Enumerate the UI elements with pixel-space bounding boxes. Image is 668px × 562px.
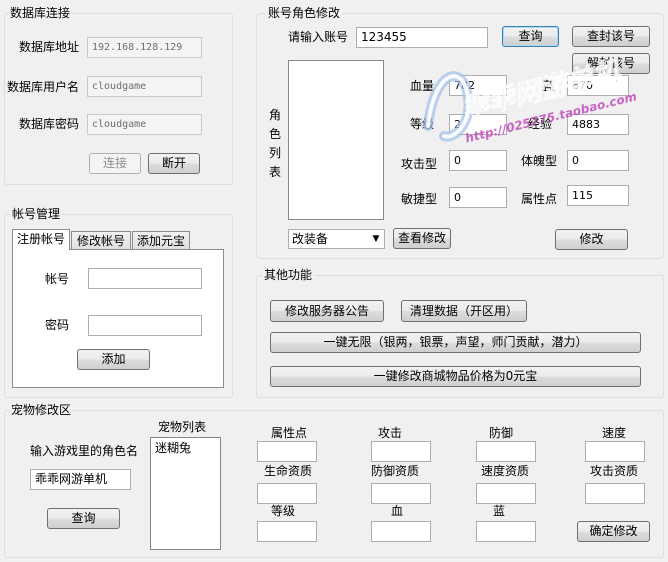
db-connect-button[interactable]: 连接 xyxy=(89,153,141,174)
pet-attack-talent-label: 攻击资质 xyxy=(590,464,639,478)
other-group-title: 其他功能 xyxy=(262,268,315,282)
pet-speed-talent-input[interactable] xyxy=(476,483,536,504)
pet-defense-talent-input[interactable] xyxy=(371,483,431,504)
mall-price-button[interactable]: 一键修改商城物品价格为0元宝 xyxy=(270,366,641,387)
pet-defense-input[interactable] xyxy=(476,441,536,462)
pet-query-button[interactable]: 查询 xyxy=(47,508,120,529)
pet-attack-input[interactable] xyxy=(371,441,431,462)
pet-life-talent-label: 生命资质 xyxy=(264,464,313,478)
db-disconnect-button[interactable]: 断开 xyxy=(148,153,200,174)
pet-speed-talent-label: 速度资质 xyxy=(481,464,530,478)
pet-life-talent-input[interactable] xyxy=(257,483,317,504)
pet-attr-point-label: 属性点 xyxy=(271,426,308,440)
account-add-button[interactable]: 添加 xyxy=(77,349,150,370)
db-address-label: 数据库地址 xyxy=(19,40,80,54)
clean-data-button[interactable]: 清理数据（开区用） xyxy=(401,300,527,322)
server-notice-button[interactable]: 修改服务器公告 xyxy=(270,300,384,322)
tab-register-account[interactable]: 注册帐号 xyxy=(12,229,70,250)
account-input[interactable] xyxy=(88,268,202,289)
role-agility-input[interactable]: 0 xyxy=(449,187,507,208)
pet-listbox[interactable]: 迷糊兔 xyxy=(150,437,221,550)
role-level-input[interactable]: 2 xyxy=(449,114,507,135)
role-exp-input[interactable]: 4883 xyxy=(567,114,629,135)
db-user-input[interactable]: cloudgame xyxy=(87,76,202,97)
role-view-button[interactable]: 查看修改 xyxy=(393,228,451,249)
role-level-label: 等级 xyxy=(410,117,435,131)
role-query-button[interactable]: 查询 xyxy=(502,26,559,47)
role-modify-button[interactable]: 修改 xyxy=(555,229,628,250)
account-password-input[interactable] xyxy=(88,315,202,336)
role-attack-label: 攻击型 xyxy=(401,157,438,171)
account-group-title: 帐号管理 xyxy=(10,207,63,221)
tab-add-yuanbao[interactable]: 添加元宝 xyxy=(132,231,190,250)
pet-attack-label: 攻击 xyxy=(378,426,403,440)
pet-level-label: 等级 xyxy=(271,504,296,518)
role-group-title: 账号角色修改 xyxy=(266,6,343,20)
account-password-label: 密码 xyxy=(45,318,70,332)
pet-hp-input[interactable] xyxy=(371,521,431,542)
role-hp-input[interactable]: 782 xyxy=(449,75,507,96)
pet-confirm-button[interactable]: 确定修改 xyxy=(577,521,650,542)
role-ban-button[interactable]: 查封该号 xyxy=(572,26,650,47)
pet-hp-label: 血 xyxy=(391,504,404,518)
role-account-input[interactable]: 123455 xyxy=(356,27,488,48)
role-attr-label: 属性点 xyxy=(521,192,558,206)
role-equip-select-value: 改装备 xyxy=(292,232,329,246)
pet-mp-input[interactable] xyxy=(476,521,536,542)
role-agility-label: 敏捷型 xyxy=(401,192,438,206)
account-label: 帐号 xyxy=(45,272,70,286)
chevron-down-icon: ▼ xyxy=(372,234,380,244)
role-listbox[interactable] xyxy=(288,60,384,220)
pet-attack-talent-input[interactable] xyxy=(585,483,645,504)
role-physique-label: 体魄型 xyxy=(521,154,558,168)
db-user-label: 数据库用户名 xyxy=(7,80,80,94)
pet-name-label: 输入游戏里的角色名 xyxy=(30,444,139,458)
db-password-input[interactable]: cloudgame xyxy=(87,114,202,135)
pet-group-title: 宠物修改区 xyxy=(9,403,74,417)
db-group-title: 数据库连接 xyxy=(8,6,73,20)
role-input-label: 请输入账号 xyxy=(288,30,349,44)
role-mp-label: 蓝 xyxy=(543,79,556,93)
pet-defense-talent-label: 防御资质 xyxy=(371,464,420,478)
db-password-label: 数据库密码 xyxy=(19,117,80,131)
tab-modify-account[interactable]: 修改帐号 xyxy=(71,231,131,250)
role-attr-input[interactable]: 115 xyxy=(567,185,629,206)
role-hp-label: 血量 xyxy=(410,79,435,93)
pet-speed-input[interactable] xyxy=(585,441,645,462)
unlimited-button[interactable]: 一键无限（银两，银票，声望，师门贡献，潜力） xyxy=(270,332,641,353)
role-unban-button[interactable]: 解封该号 xyxy=(572,53,650,74)
role-exp-label: 经验 xyxy=(528,117,553,131)
role-mp-input[interactable]: 870 xyxy=(567,75,629,96)
pet-attr-point-input[interactable] xyxy=(257,441,317,462)
role-attack-input[interactable]: 0 xyxy=(449,150,507,171)
role-equip-select[interactable]: 改装备 ▼ xyxy=(288,229,385,249)
pet-list-label: 宠物列表 xyxy=(158,420,207,434)
pet-list-item[interactable]: 迷糊兔 xyxy=(155,440,191,456)
role-list-label: 角色列表 xyxy=(268,108,281,179)
pet-level-input[interactable] xyxy=(257,521,317,542)
pet-name-input[interactable]: 乖乖网游单机 xyxy=(30,469,131,490)
pet-mp-label: 蓝 xyxy=(493,504,506,518)
pet-defense-label: 防御 xyxy=(489,426,514,440)
role-physique-input[interactable]: 0 xyxy=(567,150,629,171)
db-address-input[interactable]: 192.168.128.129 xyxy=(87,37,202,58)
pet-speed-label: 速度 xyxy=(602,426,627,440)
